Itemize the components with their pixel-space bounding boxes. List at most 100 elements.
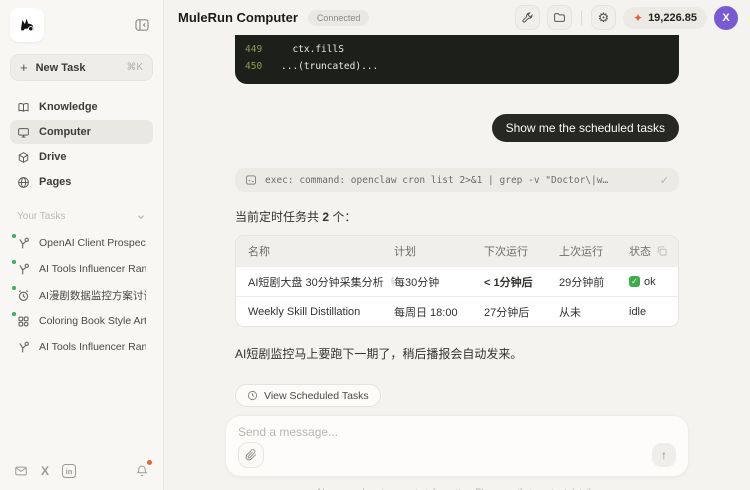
task-item-label: AI Tools Influencer Rank... — [39, 341, 146, 353]
linkedin-icon[interactable]: in — [62, 464, 76, 478]
alarm-clock-icon — [17, 289, 30, 302]
user-message-bubble: Show me the scheduled tasks — [492, 114, 679, 142]
table-header-row: 名称 计划 下次运行 上次运行 状态 — [236, 236, 678, 266]
scheduled-tasks-table: 名称 计划 下次运行 上次运行 状态 AI短剧大盘 30分钟采集分析 — [235, 235, 679, 327]
task-item[interactable]: OpenAI Client Prospecti... — [10, 230, 153, 256]
main-area: MuleRun Computer Connected ⚙ ✦ 19,226.85 — [164, 0, 750, 490]
cell-schedule: 每30分钟 — [394, 274, 484, 290]
grid-icon — [17, 315, 30, 328]
sidebar-item-pages[interactable]: Pages — [10, 170, 153, 194]
sidebar-item-computer[interactable]: Computer — [10, 120, 153, 144]
sidebar-item-label: Drive — [39, 151, 67, 163]
exec-command-text: exec: command: openclaw cron list 2>&1 |… — [265, 175, 652, 186]
arrow-up-icon: ↑ — [661, 448, 667, 462]
mulerun-logo[interactable] — [10, 8, 44, 42]
globe-icon — [17, 176, 30, 189]
book-icon — [17, 101, 30, 114]
agent-icon — [17, 263, 30, 276]
view-scheduled-tasks-label: View Scheduled Tasks — [264, 390, 369, 402]
agent-icon — [17, 237, 30, 250]
active-dot — [12, 260, 16, 264]
clock-icon — [247, 390, 258, 401]
sidebar-item-label: Computer — [39, 126, 91, 138]
active-dot — [12, 286, 16, 290]
task-item[interactable]: AI Tools Influencer Rank... — [10, 256, 153, 282]
avatar[interactable]: X — [714, 6, 738, 30]
table-row[interactable]: Weekly Skill Distillation 每周日 18:00 27分钟… — [236, 296, 678, 326]
new-task-shortcut: ⌘K — [126, 62, 143, 73]
your-tasks-label: Your Tasks — [17, 211, 65, 222]
col-next-run: 下次运行 — [484, 243, 559, 259]
chevron-down-icon — [136, 212, 146, 222]
notifications-bell-icon[interactable] — [135, 464, 149, 478]
status-badge: ✓ ok — [629, 276, 668, 288]
cell-last-run: 从未 — [559, 304, 629, 320]
mail-icon[interactable] — [14, 464, 28, 478]
message-input[interactable] — [238, 425, 676, 439]
chat-scroll-area[interactable]: 449 ctx.fillS 450 ...(truncated)... Show… — [164, 35, 750, 490]
drive-box-icon — [17, 151, 30, 164]
send-button[interactable]: ↑ — [652, 443, 676, 467]
assistant-text: AI短剧监控马上要跑下一期了，稍后播报会自动发来。 — [235, 345, 679, 362]
assistant-text: 当前定时任务共 2 个： — [235, 208, 679, 225]
collapse-sidebar-icon[interactable] — [131, 14, 153, 36]
cell-name: AI短剧大盘 30分钟采集分析 — [248, 274, 384, 290]
paperclip-icon — [245, 449, 257, 461]
task-item-label: Coloring Book Style Art ... — [39, 315, 146, 327]
task-item-label: AI Tools Influencer Rank... — [39, 263, 146, 275]
active-dot — [12, 312, 16, 316]
sidebar-item-knowledge[interactable]: Knowledge — [10, 95, 153, 119]
files-button[interactable] — [547, 5, 572, 30]
spark-icon: ✦ — [633, 11, 643, 25]
sidebar-item-drive[interactable]: Drive — [10, 145, 153, 169]
tools-button[interactable] — [515, 5, 540, 30]
cell-next-run: < 1分钟后 — [484, 274, 559, 290]
your-tasks-section[interactable]: Your Tasks — [17, 211, 146, 222]
task-item-label: OpenAI Client Prospecti... — [39, 237, 146, 249]
col-status: 状态 — [629, 243, 651, 259]
terminal-icon — [245, 174, 257, 186]
page-title: MuleRun Computer — [178, 10, 298, 25]
sidebar: + New Task ⌘K Knowledge Computer Drive P… — [0, 0, 164, 490]
credits-amount: 19,226.85 — [648, 12, 697, 24]
new-task-label: New Task — [36, 62, 127, 74]
divider — [581, 11, 582, 25]
exec-command-row[interactable]: exec: command: openclaw cron list 2>&1 |… — [235, 168, 679, 192]
code-line-number: 449 — [245, 41, 271, 58]
code-line-number: 450 — [245, 58, 271, 75]
cell-schedule: 每周日 18:00 — [394, 304, 484, 320]
folder-icon — [553, 11, 566, 24]
cell-status: idle — [629, 306, 668, 318]
agent-icon — [17, 341, 30, 354]
attach-file-button[interactable] — [238, 442, 264, 468]
code-line: 449 ctx.fillS — [245, 41, 669, 58]
task-item[interactable]: AI漫剧数据监控方案讨论 — [10, 282, 153, 308]
cell-status: ok — [644, 276, 656, 288]
sidebar-item-label: Knowledge — [39, 101, 98, 113]
code-block: 449 ctx.fillS 450 ...(truncated)... — [235, 35, 679, 84]
cell-name: Weekly Skill Distillation — [248, 306, 360, 318]
monitor-icon — [17, 126, 30, 139]
x-twitter-icon[interactable]: X — [41, 465, 49, 478]
new-task-button[interactable]: + New Task ⌘K — [10, 54, 153, 81]
header: MuleRun Computer Connected ⚙ ✦ 19,226.85 — [164, 0, 750, 35]
cell-next-run: 27分钟后 — [484, 304, 559, 320]
col-name: 名称 — [248, 243, 394, 259]
view-scheduled-tasks-button[interactable]: View Scheduled Tasks — [235, 384, 381, 407]
copy-table-icon[interactable] — [656, 245, 668, 257]
cell-last-run: 29分钟前 — [559, 274, 629, 290]
green-check-icon: ✓ — [629, 276, 640, 287]
connection-status-badge: Connected — [308, 10, 370, 26]
ai-disclaimer: AI may produce inaccurate information. P… — [164, 477, 750, 490]
task-item[interactable]: Coloring Book Style Art ... — [10, 308, 153, 334]
task-item[interactable]: AI Tools Influencer Rank... — [10, 334, 153, 360]
message-composer[interactable]: ↑ — [225, 415, 689, 477]
plus-icon: + — [20, 60, 28, 75]
notification-dot — [147, 460, 152, 465]
credits-balance[interactable]: ✦ 19,226.85 — [623, 7, 707, 29]
check-icon: ✓ — [660, 174, 669, 187]
wrench-icon — [521, 11, 534, 24]
active-dot — [12, 234, 16, 238]
settings-button[interactable]: ⚙ — [591, 5, 616, 30]
table-row[interactable]: AI短剧大盘 30分钟采集分析 每30分钟 < 1分钟后 29分钟前 ✓ ok — [236, 266, 678, 296]
